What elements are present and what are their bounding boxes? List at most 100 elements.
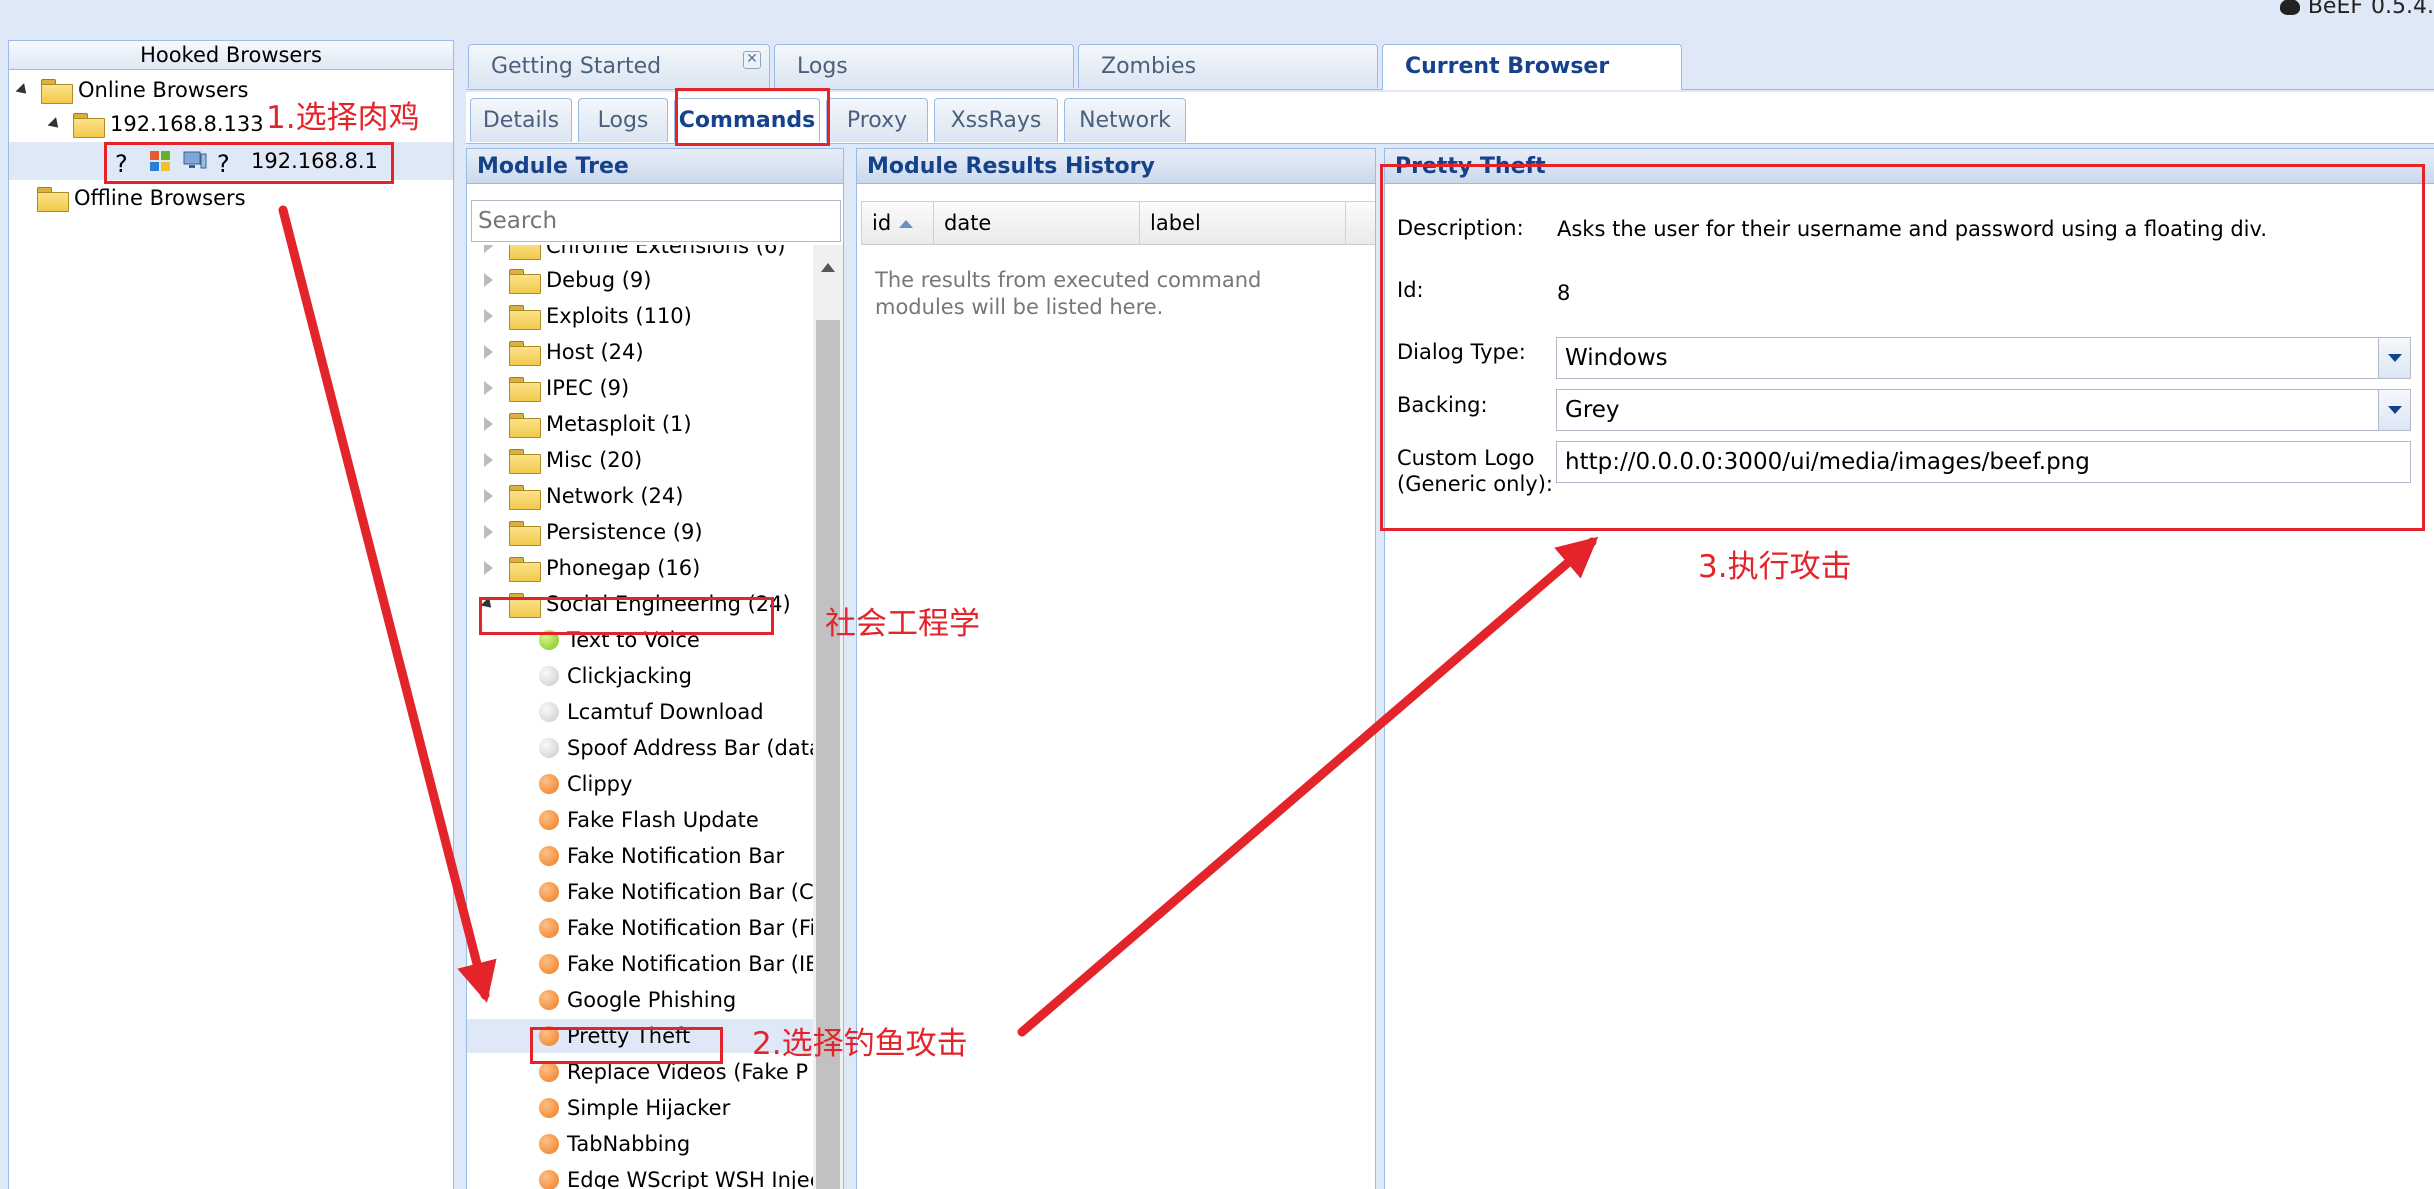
- category-persistence[interactable]: Persistence (9): [467, 515, 813, 549]
- annotation-step3: 3.执行攻击: [1698, 549, 1852, 585]
- tab-getting-started[interactable]: Getting Started ✕: [468, 44, 770, 88]
- category-phonegap[interactable]: Phonegap (16): [467, 551, 813, 585]
- category-metasploit[interactable]: Metasploit (1): [467, 407, 813, 441]
- module-item[interactable]: Clippy: [467, 767, 813, 801]
- column-label[interactable]: label: [1140, 202, 1346, 244]
- module-item[interactable]: Fake Flash Update: [467, 803, 813, 837]
- brand: BeEF 0.5.4.: [2279, 0, 2434, 19]
- status-orange-icon: [539, 882, 559, 902]
- brand-name: BeEF: [2307, 0, 2364, 19]
- module-item[interactable]: Fake Notification Bar: [467, 839, 813, 873]
- category-network[interactable]: Network (24): [467, 479, 813, 513]
- tab-current-browser[interactable]: Current Browser: [1382, 44, 1682, 90]
- annotation-box-browser: [104, 142, 394, 184]
- category-misc[interactable]: Misc (20): [467, 443, 813, 477]
- beef-bug-icon: [2279, 0, 2300, 15]
- tree-node-offline-browsers[interactable]: Offline Browsers: [37, 181, 246, 215]
- expand-arrow-icon[interactable]: [483, 561, 493, 575]
- module-tree-title: Module Tree: [467, 149, 843, 184]
- module-label: Fake Notification Bar (Fir: [567, 916, 813, 940]
- category-label: Host (24): [546, 340, 644, 364]
- expand-arrow-icon[interactable]: [483, 345, 493, 359]
- category-label: Persistence (9): [546, 520, 703, 544]
- module-label: Fake Flash Update: [567, 808, 759, 832]
- column-label: date: [944, 211, 992, 235]
- tab-logs[interactable]: Logs: [774, 44, 1074, 88]
- module-item[interactable]: Google Phishing: [467, 983, 813, 1017]
- module-label: Fake Notification Bar (Ch: [567, 880, 813, 904]
- annotation-step2: 2.选择钓鱼攻击: [752, 1026, 968, 1062]
- module-item[interactable]: Fake Notification Bar (IE: [467, 947, 813, 981]
- expand-arrow-icon[interactable]: [483, 381, 493, 395]
- folder-icon: [41, 78, 73, 104]
- status-grey-icon: [539, 666, 559, 686]
- tab-label: Zombies: [1101, 54, 1197, 79]
- host-label: 192.168.8.133: [110, 112, 264, 136]
- folder-icon: [509, 484, 541, 510]
- folder-icon: [37, 186, 69, 212]
- category-debug[interactable]: Debug (9): [467, 263, 813, 297]
- module-label: Simple Hijacker: [567, 1096, 731, 1120]
- category-label: Metasploit (1): [546, 412, 692, 436]
- category-label: IPEC (9): [546, 376, 630, 400]
- expand-arrow-icon[interactable]: [47, 116, 63, 132]
- column-id[interactable]: id: [862, 202, 934, 244]
- folder-icon: [73, 112, 105, 138]
- module-label: Fake Notification Bar: [567, 844, 785, 868]
- column-date[interactable]: date: [934, 202, 1140, 244]
- module-label: Google Phishing: [567, 988, 737, 1012]
- scroll-up-icon[interactable]: [821, 263, 835, 272]
- online-browsers-label: Online Browsers: [78, 78, 249, 102]
- subtab-xssrays[interactable]: XssRays: [934, 98, 1058, 142]
- module-item[interactable]: Spoof Address Bar (data: [467, 731, 813, 765]
- close-icon[interactable]: ✕: [743, 51, 761, 69]
- tree-node-online-browsers[interactable]: Online Browsers: [15, 73, 249, 107]
- subtab-proxy[interactable]: Proxy: [826, 98, 928, 142]
- module-item[interactable]: Clickjacking: [467, 659, 813, 693]
- module-item[interactable]: Edge WScript WSH Injec: [467, 1163, 813, 1189]
- status-orange-icon: [539, 846, 559, 866]
- status-orange-icon: [539, 918, 559, 938]
- folder-icon: [509, 304, 541, 330]
- sort-ascending-icon: [899, 220, 914, 228]
- category-exploits[interactable]: Exploits (110): [467, 299, 813, 333]
- status-orange-icon: [539, 774, 559, 794]
- category-host[interactable]: Host (24): [467, 335, 813, 369]
- tab-label: Current Browser: [1405, 54, 1610, 79]
- column-label: label: [1150, 211, 1201, 235]
- category-chrome-extensions[interactable]: Chrome Extensions (6): [467, 245, 813, 263]
- expand-arrow-icon[interactable]: [483, 273, 493, 287]
- subtab-network[interactable]: Network: [1064, 98, 1186, 142]
- results-grid-header: id date label: [861, 201, 1375, 245]
- category-label: Exploits (110): [546, 304, 692, 328]
- expand-arrow-icon[interactable]: [483, 417, 493, 431]
- results-empty-message: The results from executed command module…: [875, 268, 1262, 319]
- hooked-browsers-panel: Hooked Browsers Online Browsers 192.168.…: [8, 40, 454, 1189]
- expand-arrow-icon[interactable]: [483, 245, 493, 253]
- expand-arrow-icon[interactable]: [15, 82, 31, 98]
- status-grey-icon: [539, 738, 559, 758]
- expand-arrow-icon[interactable]: [483, 489, 493, 503]
- main-tabs: Getting Started ✕ Logs Zombies Current B…: [466, 40, 2434, 90]
- expand-arrow-icon[interactable]: [483, 309, 493, 323]
- subtab-logs[interactable]: Logs: [578, 98, 668, 142]
- tree-node-host[interactable]: 192.168.8.133: [47, 107, 264, 141]
- expand-arrow-icon[interactable]: [483, 453, 493, 467]
- folder-icon: [509, 340, 541, 366]
- hooked-browsers-title: Hooked Browsers: [9, 41, 453, 70]
- status-orange-icon: [539, 1170, 559, 1189]
- status-orange-icon: [539, 1062, 559, 1082]
- module-item[interactable]: Fake Notification Bar (Ch: [467, 875, 813, 909]
- beef-ui: BeEF 0.5.4. Hooked Browsers Online Brows…: [0, 0, 2434, 1189]
- folder-icon: [509, 556, 541, 582]
- expand-arrow-icon[interactable]: [483, 525, 493, 539]
- tab-zombies[interactable]: Zombies: [1078, 44, 1378, 88]
- module-item[interactable]: Fake Notification Bar (Fir: [467, 911, 813, 945]
- module-item[interactable]: Simple Hijacker: [467, 1091, 813, 1125]
- subtab-details[interactable]: Details: [470, 98, 572, 142]
- module-label: Edge WScript WSH Injec: [567, 1168, 813, 1189]
- module-item[interactable]: Lcamtuf Download: [467, 695, 813, 729]
- category-ipec[interactable]: IPEC (9): [467, 371, 813, 405]
- module-item[interactable]: TabNabbing: [467, 1127, 813, 1161]
- module-search-input[interactable]: [471, 200, 841, 242]
